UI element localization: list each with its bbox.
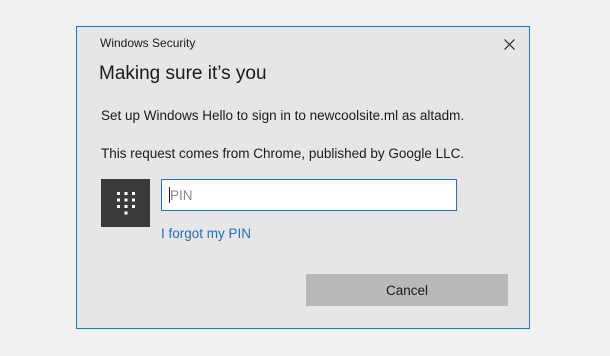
pin-tile [101, 179, 150, 227]
cancel-button[interactable]: Cancel [306, 274, 508, 306]
keypad-icon [116, 192, 135, 215]
text-caret [169, 187, 170, 203]
windows-security-dialog: Windows Security Making sure it’s you Se… [76, 26, 530, 329]
forgot-pin-link[interactable]: I forgot my PIN [161, 226, 251, 241]
dialog-heading: Making sure it’s you [99, 63, 267, 84]
pin-input[interactable] [161, 179, 457, 211]
window-title: Windows Security [100, 36, 196, 50]
source-message: This request comes from Chrome, publishe… [101, 146, 465, 161]
close-button[interactable] [497, 33, 521, 55]
close-icon [503, 38, 515, 50]
setup-message: Set up Windows Hello to sign in to newco… [101, 108, 465, 123]
